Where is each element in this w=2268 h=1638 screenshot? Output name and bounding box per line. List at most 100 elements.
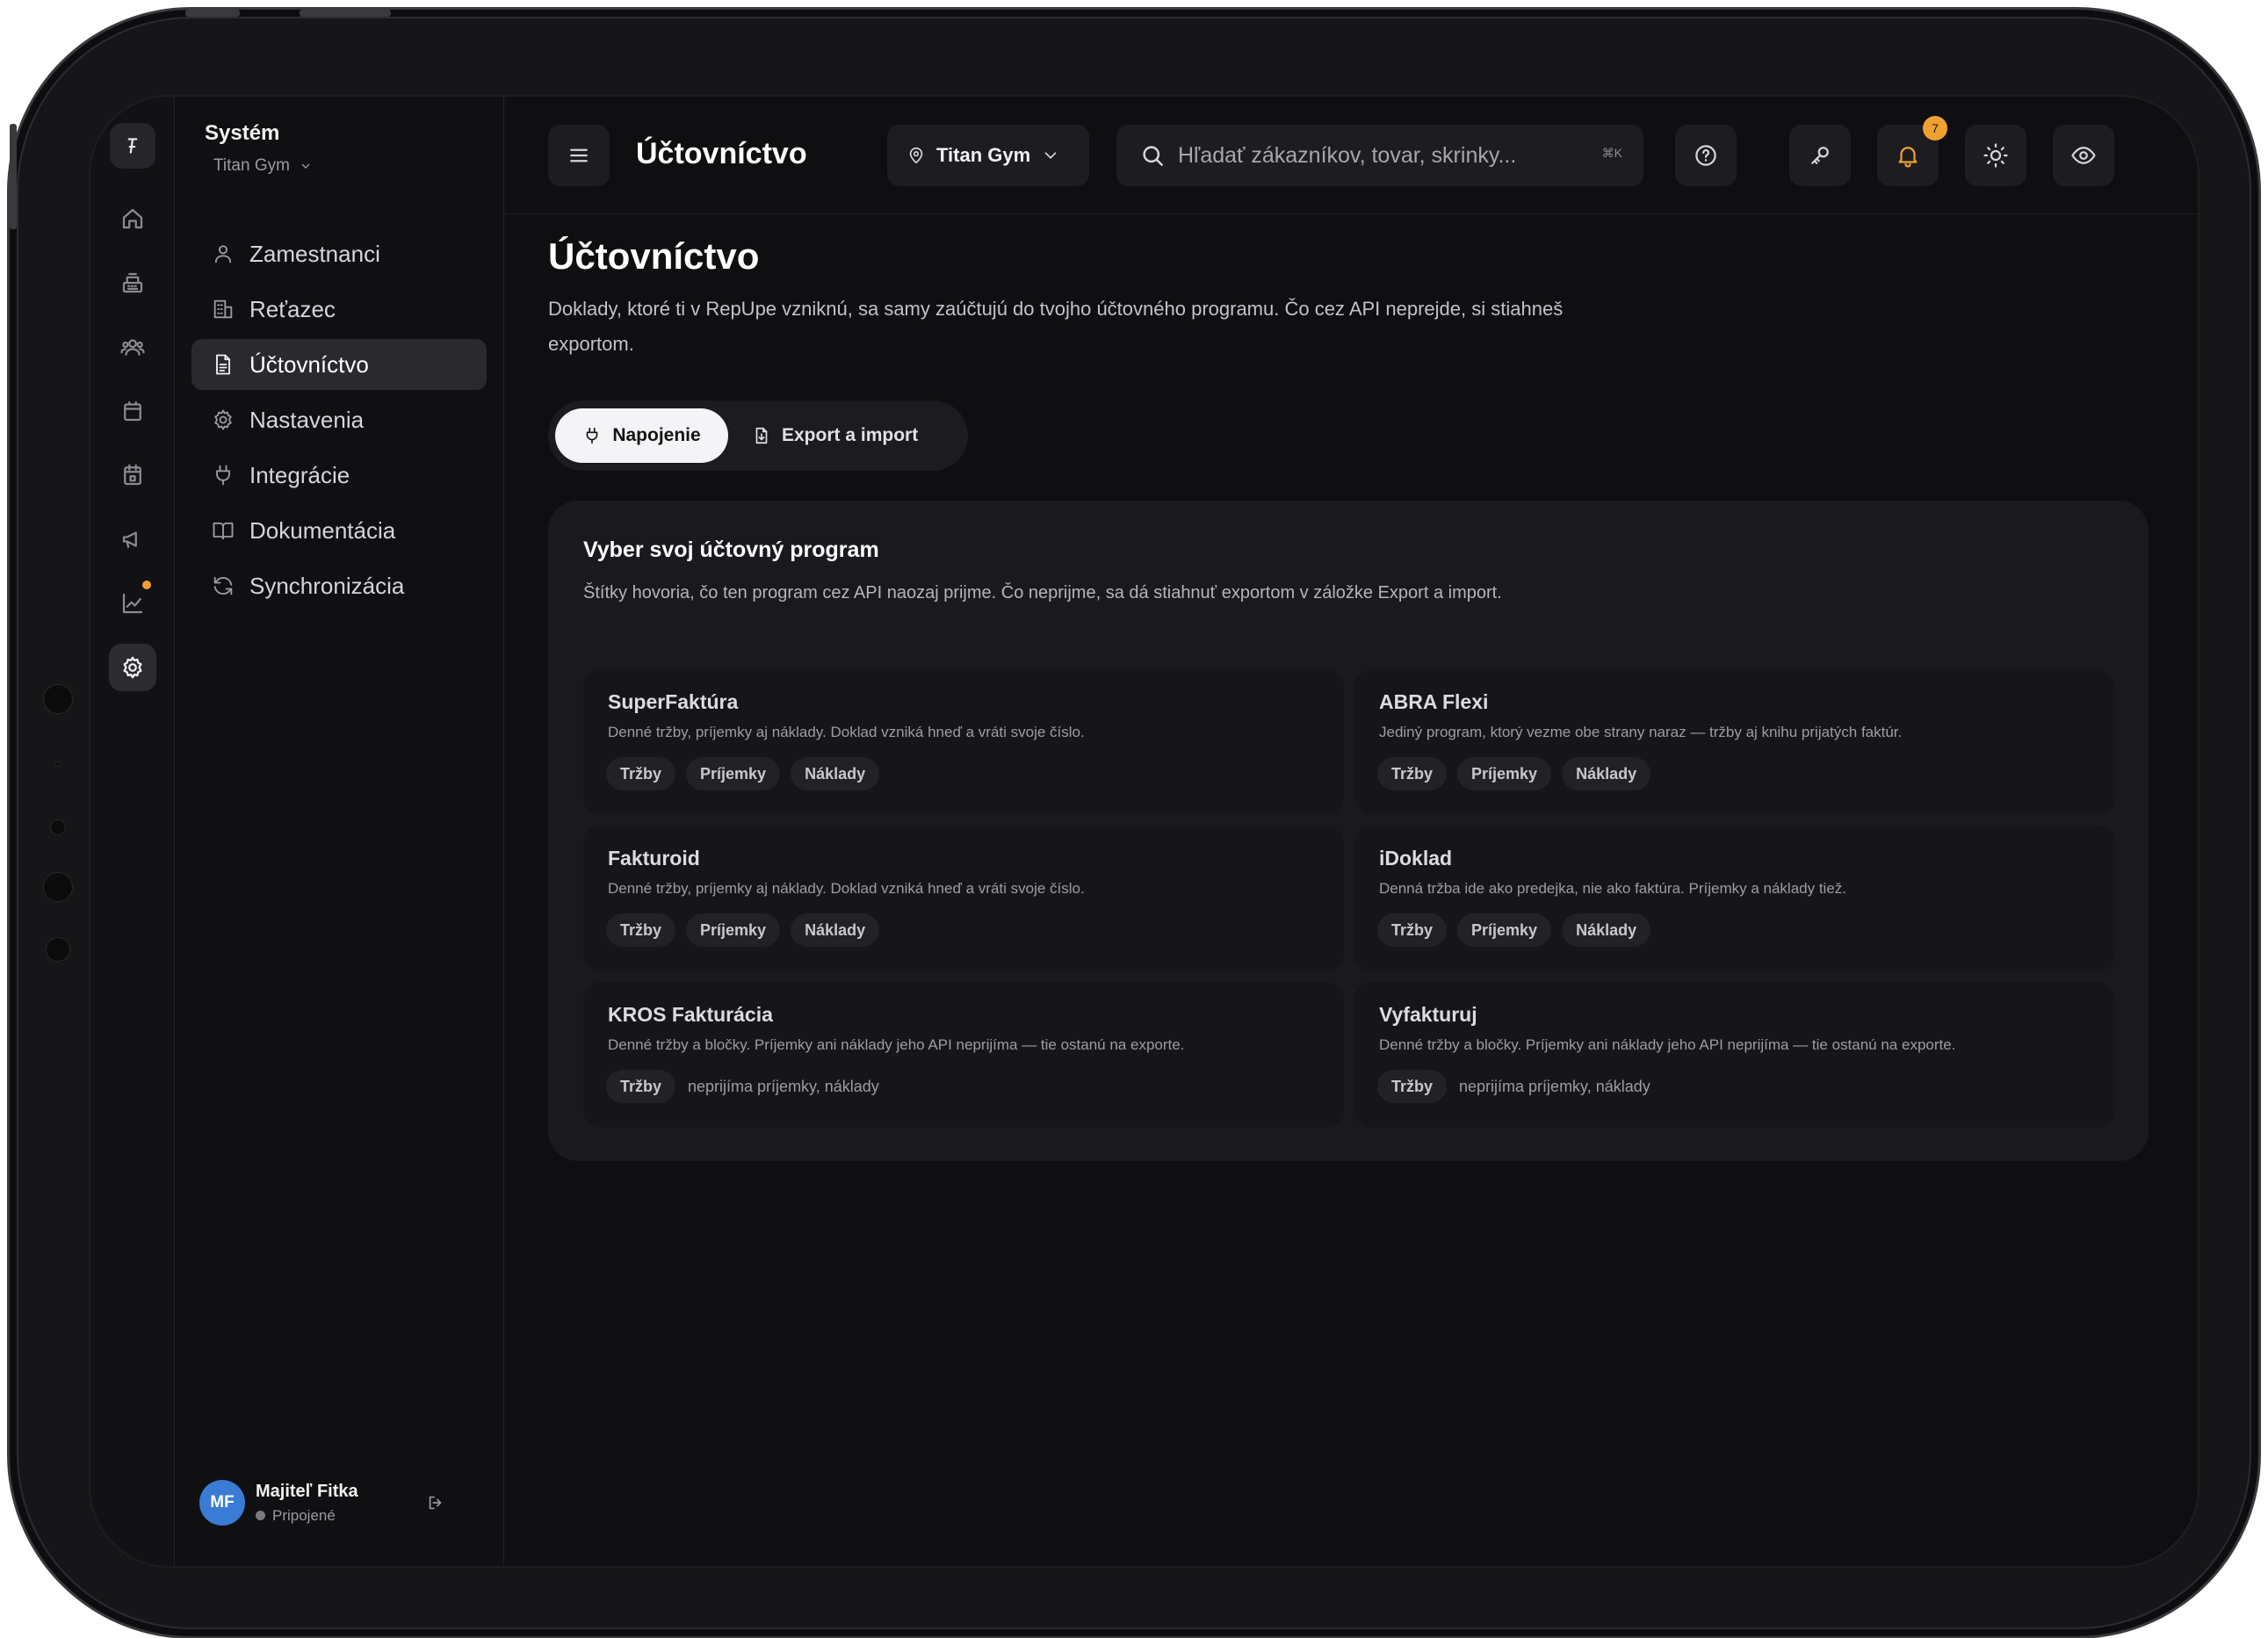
hamburger-icon bbox=[570, 148, 588, 162]
icon-rail bbox=[90, 97, 175, 1566]
program-picker-panel: Vyber svoj účtovný program Štítky hovori… bbox=[548, 501, 2149, 1161]
capability-tag: Náklady bbox=[791, 913, 880, 947]
location-label: Titan Gym bbox=[936, 144, 1031, 166]
gym-selector[interactable]: Titan Gym bbox=[213, 156, 313, 176]
help-icon bbox=[1695, 145, 1716, 166]
customers-icon[interactable] bbox=[109, 323, 156, 371]
user-profile[interactable]: MF Majiteľ Fitka Pripojené bbox=[199, 1480, 358, 1526]
capability-tags: Tržby Príjemky Náklady bbox=[606, 757, 880, 790]
tablet-frame: Systém Titan Gym Zamestnanci Reťazec Účt… bbox=[7, 7, 2261, 1638]
plug-icon bbox=[586, 427, 598, 444]
capability-tag: Tržby bbox=[606, 913, 676, 947]
tab-label: Napojenie bbox=[612, 425, 701, 445]
theme-toggle-button[interactable] bbox=[1965, 125, 2026, 186]
home-icon[interactable] bbox=[109, 195, 156, 242]
panel-description: Štítky hovoria, čo ten program cez API n… bbox=[583, 583, 1502, 603]
camera-sensor bbox=[55, 761, 61, 767]
capability-tag: Náklady bbox=[791, 757, 880, 790]
capability-tags: Tržby Príjemky Náklady bbox=[1377, 757, 1651, 790]
sidebar-item-synchronizacia[interactable]: Synchronizácia bbox=[191, 560, 487, 611]
program-description: Denné tržby a bločky. Príjemky ani nákla… bbox=[608, 1036, 1185, 1053]
location-selector[interactable]: Titan Gym bbox=[887, 125, 1089, 186]
avatar: MF bbox=[199, 1480, 245, 1526]
notifications-button[interactable]: 7 bbox=[1877, 116, 1947, 186]
notification-badge: 7 bbox=[1923, 116, 1947, 141]
sidebar-item-retazec[interactable]: Reťazec bbox=[191, 284, 487, 335]
search-input[interactable] bbox=[1178, 142, 1582, 169]
page-title: Účtovníctvo bbox=[548, 235, 760, 277]
sidebar-item-zamestnanci[interactable]: Zamestnanci bbox=[191, 228, 487, 279]
program-description: Jediný program, ktorý vezme obe strany n… bbox=[1379, 724, 1903, 740]
key-icon bbox=[1811, 147, 1829, 164]
sidebar-title: Systém bbox=[205, 121, 280, 145]
tab-label: Export a import bbox=[782, 425, 919, 445]
capability-tag: Náklady bbox=[1562, 757, 1651, 790]
search-bar[interactable]: ⌘K bbox=[1116, 125, 1643, 186]
search-icon bbox=[1143, 146, 1163, 166]
program-card[interactable]: ABRA Flexi Jediný program, ktorý vezme ob… bbox=[1354, 669, 2115, 815]
privacy-button[interactable] bbox=[2053, 125, 2114, 186]
device-button bbox=[185, 10, 240, 17]
megaphone-icon[interactable] bbox=[109, 516, 156, 563]
capability-note: neprijíma príjemky, náklady bbox=[1459, 1077, 1650, 1095]
capability-tag: Náklady bbox=[1562, 913, 1651, 947]
program-grid: SuperFaktúra Denné tržby, príjemky aj nák… bbox=[583, 669, 2115, 1128]
capability-tag: Tržby bbox=[1377, 757, 1448, 790]
cash-register-icon[interactable] bbox=[109, 259, 156, 307]
map-pin-icon bbox=[909, 147, 923, 164]
user-status: Pripojené bbox=[256, 1507, 358, 1525]
program-description: Denné tržby, príjemky aj náklady. Doklad… bbox=[608, 724, 1085, 740]
user-icon bbox=[214, 245, 232, 263]
book-icon bbox=[213, 522, 234, 540]
settings-icon[interactable] bbox=[109, 644, 156, 691]
program-name: Vyfakturuj bbox=[1379, 1003, 1477, 1026]
sidebar-item-label: Reťazec bbox=[249, 295, 336, 322]
tab-napojenie[interactable]: Napojenie bbox=[555, 408, 728, 463]
app-screen: Systém Titan Gym Zamestnanci Reťazec Účt… bbox=[89, 95, 2199, 1568]
camera-sensor bbox=[43, 684, 73, 714]
sidebar-item-uctovnictvo[interactable]: Účtovníctvo bbox=[191, 339, 487, 390]
capability-tag: Príjemky bbox=[686, 757, 781, 790]
chevron-down-icon bbox=[1044, 152, 1057, 159]
topbar-title: Účtovníctvo bbox=[636, 137, 807, 170]
file-transfer-icon bbox=[755, 427, 768, 444]
capability-tags: Tržby Príjemky Náklady bbox=[1377, 913, 1651, 947]
help-button[interactable] bbox=[1675, 125, 1737, 186]
capability-tags: Tržby Príjemky Náklady bbox=[606, 913, 880, 947]
program-card[interactable]: Fakturoid Denné tržby, príjemky aj náklad… bbox=[583, 826, 1344, 971]
sidebar-item-label: Dokumentácia bbox=[249, 516, 396, 544]
capability-note: neprijíma príjemky, náklady bbox=[688, 1077, 879, 1095]
program-card[interactable]: Vyfakturuj Denné tržby a bločky. Príjemky… bbox=[1354, 982, 2115, 1128]
capability-tags: Tržby neprijíma príjemky, náklady bbox=[1377, 1070, 1650, 1103]
key-button[interactable] bbox=[1789, 125, 1851, 186]
user-name: Majiteľ Fitka bbox=[256, 1481, 358, 1501]
program-card[interactable]: SuperFaktúra Denné tržby, príjemky aj nák… bbox=[583, 669, 1344, 815]
app-logo[interactable] bbox=[110, 123, 155, 169]
logout-icon bbox=[429, 1496, 442, 1510]
chevron-down-icon bbox=[301, 163, 310, 169]
notification-dot bbox=[142, 581, 151, 589]
sidebar-item-dokumentacia[interactable]: Dokumentácia bbox=[191, 505, 487, 556]
program-card[interactable]: iDoklad Denná tržba ide ako predejka, nie… bbox=[1354, 826, 2115, 971]
capability-tag: Príjemky bbox=[686, 913, 781, 947]
logout-button[interactable] bbox=[426, 1493, 449, 1516]
top-bar: Účtovníctvo Titan Gym ⌘K 7 bbox=[504, 97, 2198, 214]
tab-export-import[interactable]: Export a import bbox=[752, 408, 954, 463]
program-name: iDoklad bbox=[1379, 847, 1453, 870]
sidebar-item-label: Účtovníctvo bbox=[249, 350, 369, 378]
eye-icon bbox=[2071, 147, 2096, 164]
capability-tag: Tržby bbox=[1377, 913, 1448, 947]
settings-sidebar: Systém Titan Gym Zamestnanci Reťazec Účt… bbox=[175, 97, 504, 1566]
sidebar-item-integracie[interactable]: Integrácie bbox=[191, 450, 487, 501]
sidebar-nav: Zamestnanci Reťazec Účtovníctvo Nastaven… bbox=[191, 228, 487, 616]
sidebar-item-nastavenia[interactable]: Nastavenia bbox=[191, 394, 487, 445]
device-button bbox=[300, 10, 391, 17]
program-name: ABRA Flexi bbox=[1379, 690, 1489, 713]
program-card[interactable]: KROS Fakturácia Denné tržby a bločky. Prí… bbox=[583, 982, 1344, 1128]
capability-tag: Tržby bbox=[606, 1070, 676, 1103]
program-name: KROS Fakturácia bbox=[608, 1003, 773, 1026]
locker-icon[interactable] bbox=[109, 387, 156, 435]
menu-button[interactable] bbox=[548, 125, 610, 186]
calendar-icon[interactable] bbox=[109, 451, 156, 499]
plug-icon bbox=[216, 465, 230, 486]
